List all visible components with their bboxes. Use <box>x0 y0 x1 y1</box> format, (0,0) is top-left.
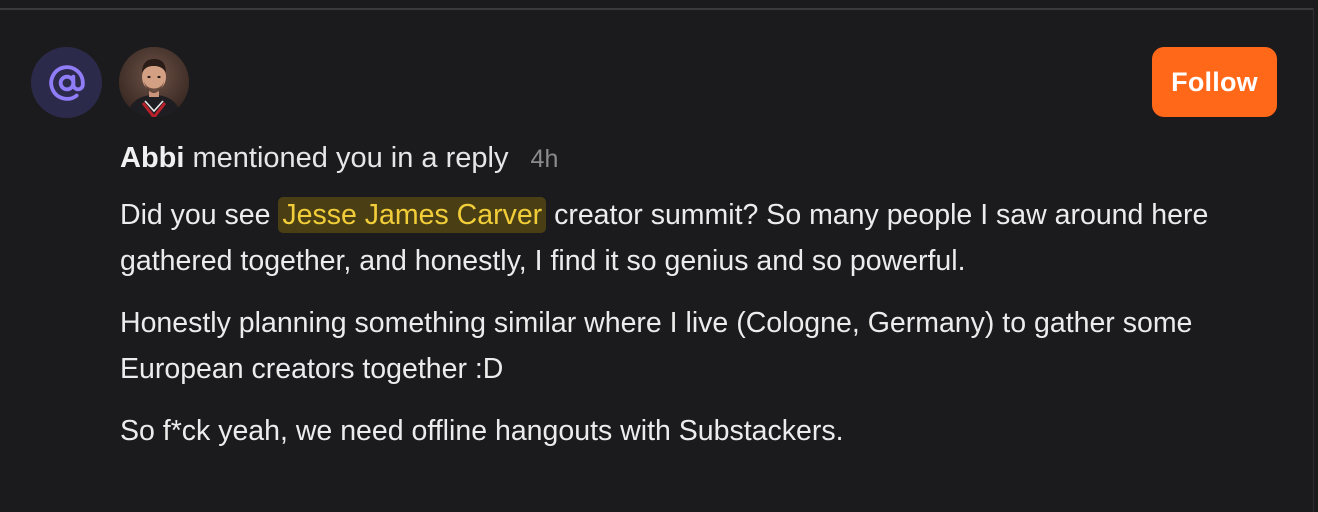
notification-content: Abbi mentioned you in a reply 4h Did you… <box>120 139 1260 454</box>
notification-action: mentioned you in a reply <box>192 142 509 174</box>
timestamp: 4h <box>530 145 559 173</box>
actor-name[interactable]: Abbi <box>120 142 184 174</box>
body-text: Did you see <box>120 199 279 231</box>
right-divider <box>1313 8 1314 512</box>
notification-header: Abbi mentioned you in a reply 4h <box>120 139 1260 178</box>
avatar[interactable] <box>119 47 189 117</box>
body-paragraph-1[interactable]: Did you see Jesse James Carver creator s… <box>120 192 1260 284</box>
at-sign-icon <box>48 64 86 102</box>
follow-button[interactable]: Follow <box>1152 47 1277 117</box>
top-divider <box>0 8 1314 10</box>
body-paragraph-2[interactable]: Honestly planning something similar wher… <box>120 300 1260 392</box>
body-paragraph-3[interactable]: So f*ck yeah, we need offline hangouts w… <box>120 408 1260 454</box>
avatar-image <box>119 47 189 117</box>
mention-highlight[interactable]: Jesse James Carver <box>278 197 547 233</box>
mention-badge <box>31 47 102 118</box>
